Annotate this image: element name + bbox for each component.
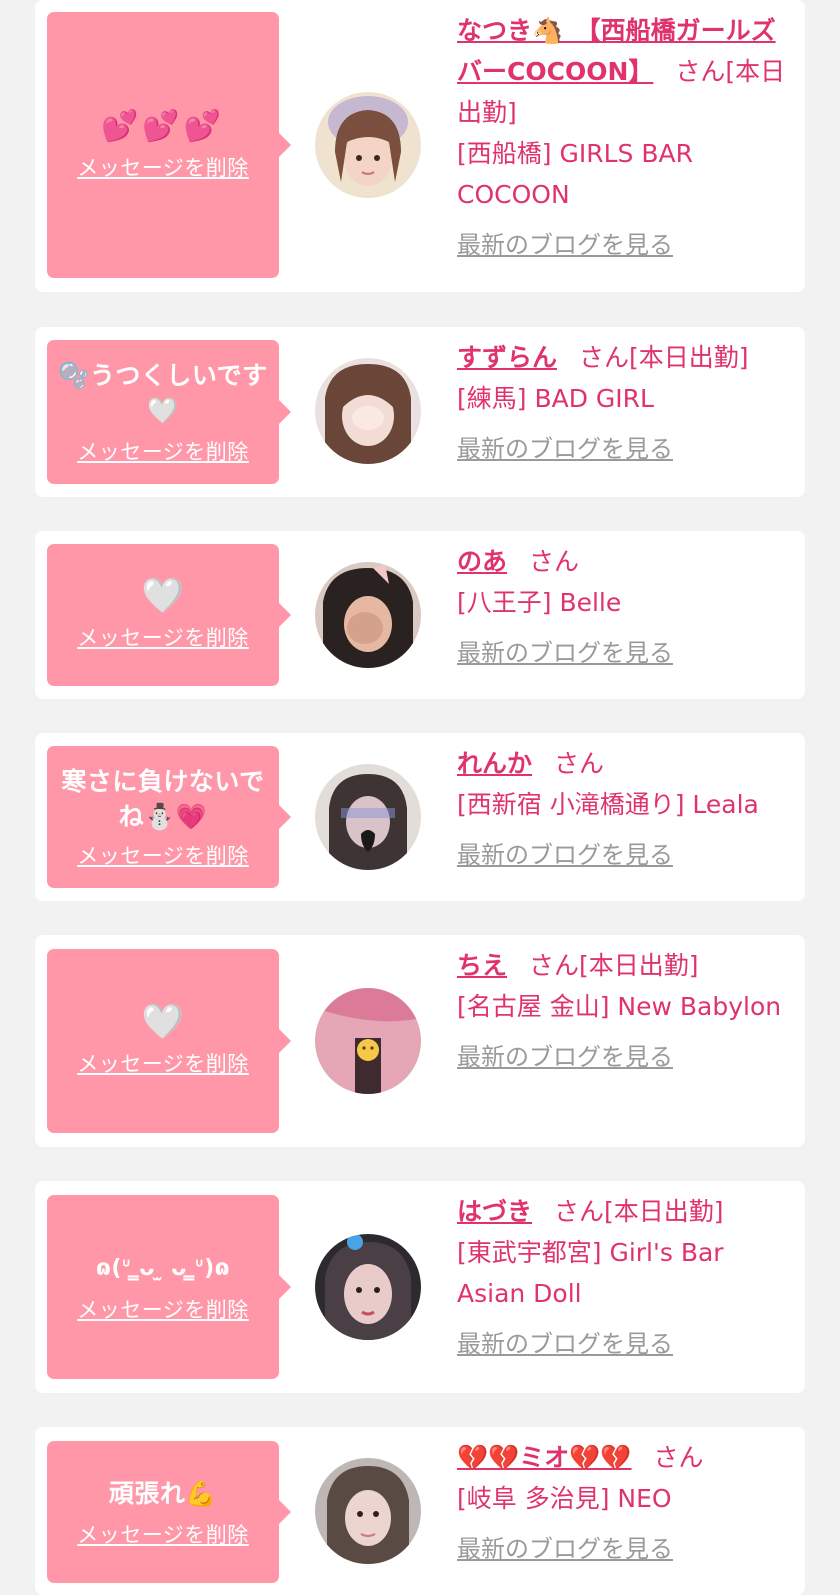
blog-link[interactable]: 最新のブログを見る [457,1529,787,1570]
message-bubble: 🫧うつくしいです🤍 メッセージを削除 [47,340,291,484]
message-text: 頑張れ💪 [108,1478,218,1508]
message-card: 💕💕💕 メッセージを削除 なつき🐴 【西船橋ガールズバーCOCOON】 さん[本日… [35,0,805,292]
message-list: 💕💕💕 メッセージを削除 なつき🐴 【西船橋ガールズバーCOCOON】 さん[本日… [0,0,840,1595]
avatar-photo [315,562,421,668]
shop-name: [東武宇都宮] Girl's Bar Asian Doll [457,1238,724,1308]
attendance-status: [本日出勤] [629,343,749,372]
blog-link[interactable]: 最新のブログを見る [457,1324,787,1365]
delete-message-link[interactable]: メッセージを削除 [77,436,249,466]
san-suffix: さん [675,57,726,86]
white-heart-icon: 🤍 [141,1001,185,1042]
blog-link[interactable]: 最新のブログを見る [457,1037,787,1078]
avatar-photo [315,1458,421,1564]
shop-name: [岐阜 多治見] NEO [457,1484,672,1513]
san-suffix: さん [653,1443,704,1472]
avatar[interactable] [315,764,421,870]
avatar-photo [315,988,421,1094]
delete-message-link[interactable]: メッセージを削除 [77,1519,249,1549]
message-text: ɷ(ᐡ ̳ᴗ ̫ ᴗ ̳ᐡ)ɷ [95,1255,231,1281]
cast-info: 💔💔ミオ💔💔 さん [岐阜 多治見] NEO 最新のブログを見る [457,1437,787,1570]
blog-link[interactable]: 最新のブログを見る [457,429,787,470]
message-card: 頑張れ💪 メッセージを削除 💔💔ミオ💔💔 さん [岐阜 多治見] NEO 最新のブ… [35,1427,805,1595]
san-suffix: さん [554,749,605,778]
message-bubble: 💕💕💕 メッセージを削除 [47,12,291,278]
cast-info: れんか さん [西新宿 小滝橋通り] Leala 最新のブログを見る [457,743,787,876]
message-bubble: ɷ(ᐡ ̳ᴗ ̫ ᴗ ̳ᐡ)ɷ メッセージを削除 [47,1195,291,1379]
shop-name: [西船橋] GIRLS BAR COCOON [457,139,693,209]
cast-info: のあ さん [八王子] Belle 最新のブログを見る [457,541,787,674]
cast-name-link[interactable]: 💔💔ミオ💔💔 [457,1443,632,1472]
message-bubble: 🤍 メッセージを削除 [47,949,291,1133]
cast-info: すずらん さん[本日出勤] [練馬] BAD GIRL 最新のブログを見る [457,337,787,470]
message-bubble: 頑張れ💪 メッセージを削除 [47,1441,291,1583]
blog-link[interactable]: 最新のブログを見る [457,835,787,876]
cast-name-link[interactable]: はづき [457,1197,532,1226]
cast-name-link[interactable]: ちえ [457,951,507,980]
avatar[interactable] [315,358,421,464]
avatar[interactable] [315,92,421,198]
avatar-photo [315,92,421,198]
blog-link[interactable]: 最新のブログを見る [457,633,787,674]
avatar[interactable] [315,1234,421,1340]
attendance-status: [本日出勤] [579,951,699,980]
cast-info: なつき🐴 【西船橋ガールズバーCOCOON】 さん[本日出勤] [西船橋] GIR… [457,10,787,266]
cast-info: はづき さん[本日出勤] [東武宇都宮] Girl's Bar Asian Dol… [457,1191,787,1365]
message-card: ɷ(ᐡ ̳ᴗ ̫ ᴗ ̳ᐡ)ɷ メッセージを削除 はづき さん[本日出勤] [東武… [35,1181,805,1393]
shop-name: [練馬] BAD GIRL [457,384,654,413]
cast-name-link[interactable]: れんか [457,749,532,778]
message-bubble: 🤍 メッセージを削除 [47,544,291,686]
cast-name-link[interactable]: すずらん [457,343,557,372]
delete-message-link[interactable]: メッセージを削除 [77,840,249,870]
san-suffix: さん [554,1197,605,1226]
message-card: 🤍 メッセージを削除 ちえ さん[本日出勤] [名古屋 金山] New Babyl… [35,935,805,1147]
white-heart-icon: 🤍 [141,575,185,616]
message-bubble: 寒さに負けないでね⛄💗 メッセージを削除 [47,746,291,888]
shop-name: [西新宿 小滝橋通り] Leala [457,790,759,819]
blog-link[interactable]: 最新のブログを見る [457,225,787,266]
san-suffix: さん [579,343,630,372]
message-text: 寒さに負けないでね⛄💗 [61,767,265,831]
message-card: 🫧うつくしいです🤍 メッセージを削除 すずらん さん[本日出勤] [練馬] BAD… [35,327,805,497]
cast-name-link[interactable]: のあ [457,547,507,576]
message-text: 💕💕💕 [100,108,226,144]
shop-name: [八王子] Belle [457,588,622,617]
message-card: 🤍 メッセージを削除 のあ さん [八王子] Belle 最新のブログを見る [35,531,805,699]
delete-message-link[interactable]: メッセージを削除 [77,1048,249,1078]
avatar-photo [315,764,421,870]
avatar[interactable] [315,988,421,1094]
avatar-photo [315,358,421,464]
delete-message-link[interactable]: メッセージを削除 [77,152,249,182]
avatar-photo [315,1234,421,1340]
san-suffix: さん [529,951,580,980]
delete-message-link[interactable]: メッセージを削除 [77,622,249,652]
avatar[interactable] [315,1458,421,1564]
avatar[interactable] [315,562,421,668]
cast-info: ちえ さん[本日出勤] [名古屋 金山] New Babylon 最新のブログを見… [457,945,787,1078]
message-text: 🫧うつくしいです🤍 [58,361,268,425]
shop-name: [名古屋 金山] New Babylon [457,992,782,1021]
attendance-status: [本日出勤] [604,1197,724,1226]
message-card: 寒さに負けないでね⛄💗 メッセージを削除 れんか さん [西新宿 小滝橋通り] L… [35,733,805,901]
san-suffix: さん [529,547,580,576]
delete-message-link[interactable]: メッセージを削除 [77,1294,249,1324]
